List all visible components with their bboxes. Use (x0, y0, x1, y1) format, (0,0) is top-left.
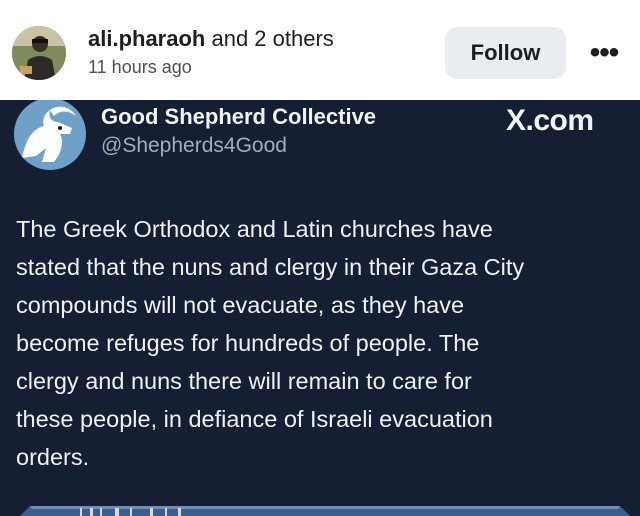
follow-button[interactable]: Follow (445, 27, 566, 79)
more-horizontal-icon[interactable]: ••• (582, 36, 626, 69)
body-line: stated that the nuns and clergy in their… (16, 254, 525, 280)
author-username[interactable]: ali.pharaoh (88, 26, 205, 51)
body-line: become refuges for hundreds of people. T… (16, 330, 480, 356)
shared-post-card: Good Shepherd Collective @Shepherds4Good… (0, 100, 640, 516)
body-line: compounds will not evacuate, as they hav… (16, 292, 465, 318)
collective-avatar (14, 100, 86, 170)
goat-logo-icon (14, 100, 86, 170)
profile-photo-avatar (12, 26, 66, 80)
source-label[interactable]: X.com (506, 104, 594, 138)
media-thumbnail (20, 506, 630, 516)
account-handle: @Shepherds4Good (101, 134, 287, 157)
body-line: The Greek Orthodox and Latin churches ha… (16, 216, 493, 242)
author-avatar[interactable] (12, 26, 66, 80)
post-header: ali.pharaoh and 2 others 11 hours ago Fo… (0, 0, 640, 100)
post-body-text: The Greek Orthodox and Latin churches ha… (16, 210, 626, 476)
embedded-media-preview[interactable] (0, 496, 640, 516)
body-line: these people, in defiance of Israeli eva… (16, 406, 493, 432)
body-line: orders. (16, 444, 90, 470)
author-name[interactable]: ali.pharaoh and 2 others (88, 26, 334, 52)
account-name: Good Shepherd Collective (101, 104, 377, 129)
post-timestamp: 11 hours ago (88, 57, 192, 77)
co-authors[interactable]: and 2 others (205, 26, 333, 51)
body-line: clergy and nuns there will remain to car… (16, 368, 472, 394)
